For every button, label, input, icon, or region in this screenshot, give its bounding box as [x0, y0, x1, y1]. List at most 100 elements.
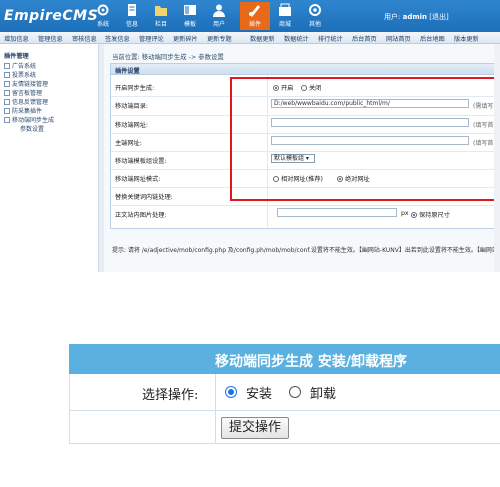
panel-title: 移动端同步生成 安装/卸载程序	[215, 354, 407, 370]
menu-item[interactable]: 数据统计	[284, 34, 309, 43]
toolbar-other[interactable]: 其他	[300, 2, 330, 30]
expand-icon	[4, 90, 10, 96]
other-icon	[309, 4, 321, 16]
menu-item[interactable]: 管理评论	[139, 34, 164, 43]
menu-item[interactable]: 更新专题	[207, 34, 232, 43]
install-radio[interactable]	[225, 386, 237, 398]
toolbar-label: 用户	[212, 21, 225, 28]
expand-icon	[4, 108, 10, 114]
collapse-icon	[4, 117, 10, 123]
form-label: 主端网址:	[115, 140, 142, 147]
menu-item[interactable]: 网站首页	[386, 34, 411, 43]
sidebar-item-label: 移动端同步生成	[12, 117, 55, 124]
form-label: 替换关键词内链处理:	[115, 194, 173, 201]
sidebar-scrollbar[interactable]	[98, 44, 104, 272]
user-prefix: 用户:	[384, 13, 401, 21]
menu-item[interactable]: 后台地图	[420, 34, 445, 43]
top-bar: EmpireCMS 系统 信息 栏目 模板 用户 插件 商城 其他 用户: ad…	[0, 0, 500, 32]
gear-icon	[97, 4, 109, 16]
user-icon	[213, 4, 225, 17]
toolbar-user[interactable]: 用户	[204, 2, 234, 30]
expand-icon	[4, 81, 10, 87]
toolbar-label: 信息	[125, 21, 138, 28]
main-scrollbar[interactable]	[494, 44, 500, 272]
px-unit: px	[401, 210, 409, 217]
install-label[interactable]: 安装	[246, 383, 272, 402]
form-label: 移动端网址:	[115, 122, 149, 129]
menu-item[interactable]: 后台首页	[352, 34, 377, 43]
uninstall-label[interactable]: 卸载	[310, 383, 336, 402]
form-label: 移动端模板组设置:	[115, 158, 167, 165]
column-divider	[215, 374, 216, 444]
menu-item[interactable]: 审核信息	[72, 34, 97, 43]
radio-checked-icon	[411, 212, 417, 218]
toolbar-label: 栏目	[154, 21, 167, 28]
sidebar-subitem[interactable]: 参数设置	[20, 124, 44, 133]
toolbar-template[interactable]: 模板	[175, 2, 205, 30]
sidebar-item-label: 防采集插件	[12, 108, 43, 115]
logout-link[interactable]: [退出]	[429, 13, 448, 21]
sidebar-item[interactable]: 留言板管理	[4, 88, 42, 97]
logo: EmpireCMS	[4, 8, 99, 24]
sidebar-item-label: 留言板管理	[12, 90, 43, 97]
expand-icon	[4, 72, 10, 78]
sidebar-item[interactable]: 移动端同步生成	[4, 115, 54, 124]
breadcrumb: 当前位置: 移动端同步生成 -> 参数设置	[112, 53, 224, 61]
form-label: 开启同步生成:	[115, 85, 155, 92]
sidebar-item[interactable]: 友情链接管理	[4, 79, 48, 88]
menu-item[interactable]: 管理信息	[38, 34, 63, 43]
toolbar-label: 插件	[248, 21, 261, 28]
toolbar-info[interactable]: 信息	[117, 2, 147, 30]
tip-text: 提示: 请将 /e/adjective/mob/config.php 及/con…	[112, 247, 500, 254]
submit-button[interactable]: 提交操作	[221, 417, 289, 439]
image-width-input[interactable]	[277, 208, 397, 217]
form-title: 插件设置	[115, 68, 140, 75]
form-label: 移动端目录:	[115, 103, 149, 110]
menu-item[interactable]: 签发信息	[105, 34, 130, 43]
option-label: 保持原尺寸	[419, 212, 450, 219]
form-label: 正文站内图片处理:	[115, 212, 167, 219]
keep-original-option[interactable]: 保持原尺寸	[411, 210, 450, 219]
sidebar-title: 插件管理	[4, 53, 29, 60]
folder-icon	[155, 6, 167, 16]
highlight-box	[230, 77, 500, 201]
menu-item[interactable]: 更新碎片	[173, 34, 198, 43]
sidebar-item-label: 信息反馈管理	[12, 99, 49, 106]
sidebar-item-label: 投票系统	[12, 72, 37, 79]
toolbar-shop[interactable]: 商城	[270, 2, 300, 30]
sidebar: 插件管理 广告系统 投票系统 友情链接管理 留言板管理 信息反馈管理 防采集插件…	[0, 44, 104, 272]
option-row	[69, 374, 500, 411]
expand-icon	[4, 63, 10, 69]
toolbar-label: 其他	[308, 21, 321, 28]
toolbar-system[interactable]: 系统	[88, 2, 118, 30]
quick-menu: 增加信息 管理信息 审核信息 签发信息 管理评论 更新碎片 更新专题 数据更新 …	[0, 32, 500, 44]
menu-item[interactable]: 排行统计	[318, 34, 343, 43]
expand-icon	[4, 99, 10, 105]
form-header: 插件设置	[111, 64, 500, 75]
sidebar-item[interactable]: 信息反馈管理	[4, 97, 48, 106]
shop-icon	[279, 3, 291, 16]
menu-item[interactable]: 版本更新	[454, 34, 479, 43]
sidebar-item[interactable]: 广告系统	[4, 61, 36, 70]
sidebar-item[interactable]: 投票系统	[4, 70, 36, 79]
toolbar-label: 商城	[278, 21, 291, 28]
toolbar-label: 模板	[183, 21, 196, 28]
choose-operation-label: 选择操作:	[142, 388, 199, 403]
uninstall-radio[interactable]	[289, 386, 301, 398]
menu-item[interactable]: 数据更新	[250, 34, 275, 43]
menu-item[interactable]: 增加信息	[4, 34, 29, 43]
row-divider	[111, 205, 500, 206]
document-icon	[128, 4, 136, 16]
toolbar-plugin[interactable]: 插件	[240, 2, 270, 30]
form-label: 移动端网址模式:	[115, 176, 161, 183]
panel-header: 移动端同步生成 安装/卸载程序	[69, 344, 500, 374]
plugin-icon	[249, 5, 260, 17]
sidebar-item[interactable]: 防采集插件	[4, 106, 42, 115]
toolbar-column[interactable]: 栏目	[146, 2, 176, 30]
sidebar-item-label: 友情链接管理	[12, 81, 49, 88]
user-name: admin	[402, 13, 428, 21]
user-info: 用户: admin [退出]	[384, 12, 449, 22]
template-icon	[184, 5, 196, 15]
admin-screenshot: EmpireCMS 系统 信息 栏目 模板 用户 插件 商城 其他 用户: ad…	[0, 0, 500, 272]
sidebar-item-label: 广告系统	[12, 63, 37, 70]
